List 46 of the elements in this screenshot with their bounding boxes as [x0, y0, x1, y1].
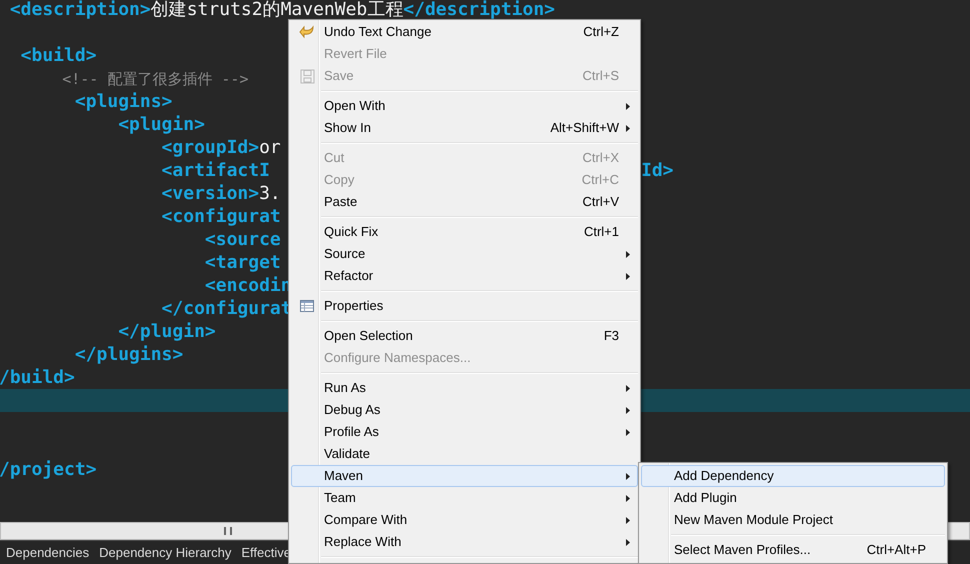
code-line: <artifactI	[160, 162, 270, 180]
code-line: </plugin>	[117, 322, 216, 340]
undo-icon	[299, 25, 315, 39]
code-line: <encodin	[204, 276, 292, 294]
code-line: </plugins>	[74, 346, 184, 364]
menu-item[interactable]: Maven	[291, 465, 638, 487]
code-fragment: Id>	[641, 159, 674, 182]
code-line: </configurat	[160, 300, 292, 318]
menu-item[interactable]: Compare With	[291, 509, 638, 531]
menu-item[interactable]: Refactor	[291, 265, 638, 287]
menu-item[interactable]: Undo Text Change Ctrl+Z	[291, 21, 638, 43]
code-line: <configurat	[160, 208, 281, 226]
menu-item[interactable]: Debug As	[291, 399, 638, 421]
code-line: <description>创建struts2的MavenWeb工程</description>	[8, 0, 555, 18]
editor-tab[interactable]: Effective	[241, 542, 291, 562]
code-line: <groupId>or	[160, 138, 281, 156]
code-line: <target	[204, 254, 281, 272]
code-line: <plugin>	[117, 116, 205, 134]
editor-tab[interactable]: Dependencies	[6, 542, 90, 562]
menu-item[interactable]: Run As	[291, 377, 638, 399]
menu-item[interactable]: Profile As	[291, 421, 638, 443]
save-icon	[300, 68, 314, 84]
menu-item[interactable]: Open Selection F3	[291, 325, 638, 347]
code-line: <build>	[20, 46, 97, 64]
code-line: <version>3.	[160, 184, 281, 202]
scrollbar-grip-icon	[224, 527, 232, 535]
menu-item[interactable]: Validate	[291, 443, 638, 465]
menu-item[interactable]: Team	[291, 487, 638, 509]
code-line: <!-- 配置了很多插件 -->	[61, 70, 248, 88]
menu-item[interactable]: Properties	[291, 295, 638, 317]
menu-item[interactable]: Open With	[291, 95, 638, 117]
code-line: /build>	[0, 368, 75, 386]
table-icon	[300, 300, 314, 312]
menu-item[interactable]: Paste Ctrl+V	[291, 191, 638, 213]
menu-item[interactable]: Source	[291, 243, 638, 265]
code-line: <plugins>	[74, 92, 172, 110]
menu-item[interactable]: Add Plugin	[641, 487, 945, 509]
menu-item[interactable]: Replace With	[291, 531, 638, 553]
menu-item[interactable]: Quick Fix Ctrl+1	[291, 221, 638, 243]
menu-item[interactable]: Show In Alt+Shift+W	[291, 117, 638, 139]
code-line: /project>	[0, 460, 97, 478]
menu-item[interactable]: Add Dependency	[641, 465, 945, 487]
code-line: <source	[204, 230, 281, 248]
editor-tab[interactable]: Dependency Hierarchy	[99, 542, 232, 562]
menu-item[interactable]: Select Maven Profiles... Ctrl+Alt+P	[641, 539, 945, 561]
menu-item[interactable]: New Maven Module Project	[641, 509, 945, 531]
